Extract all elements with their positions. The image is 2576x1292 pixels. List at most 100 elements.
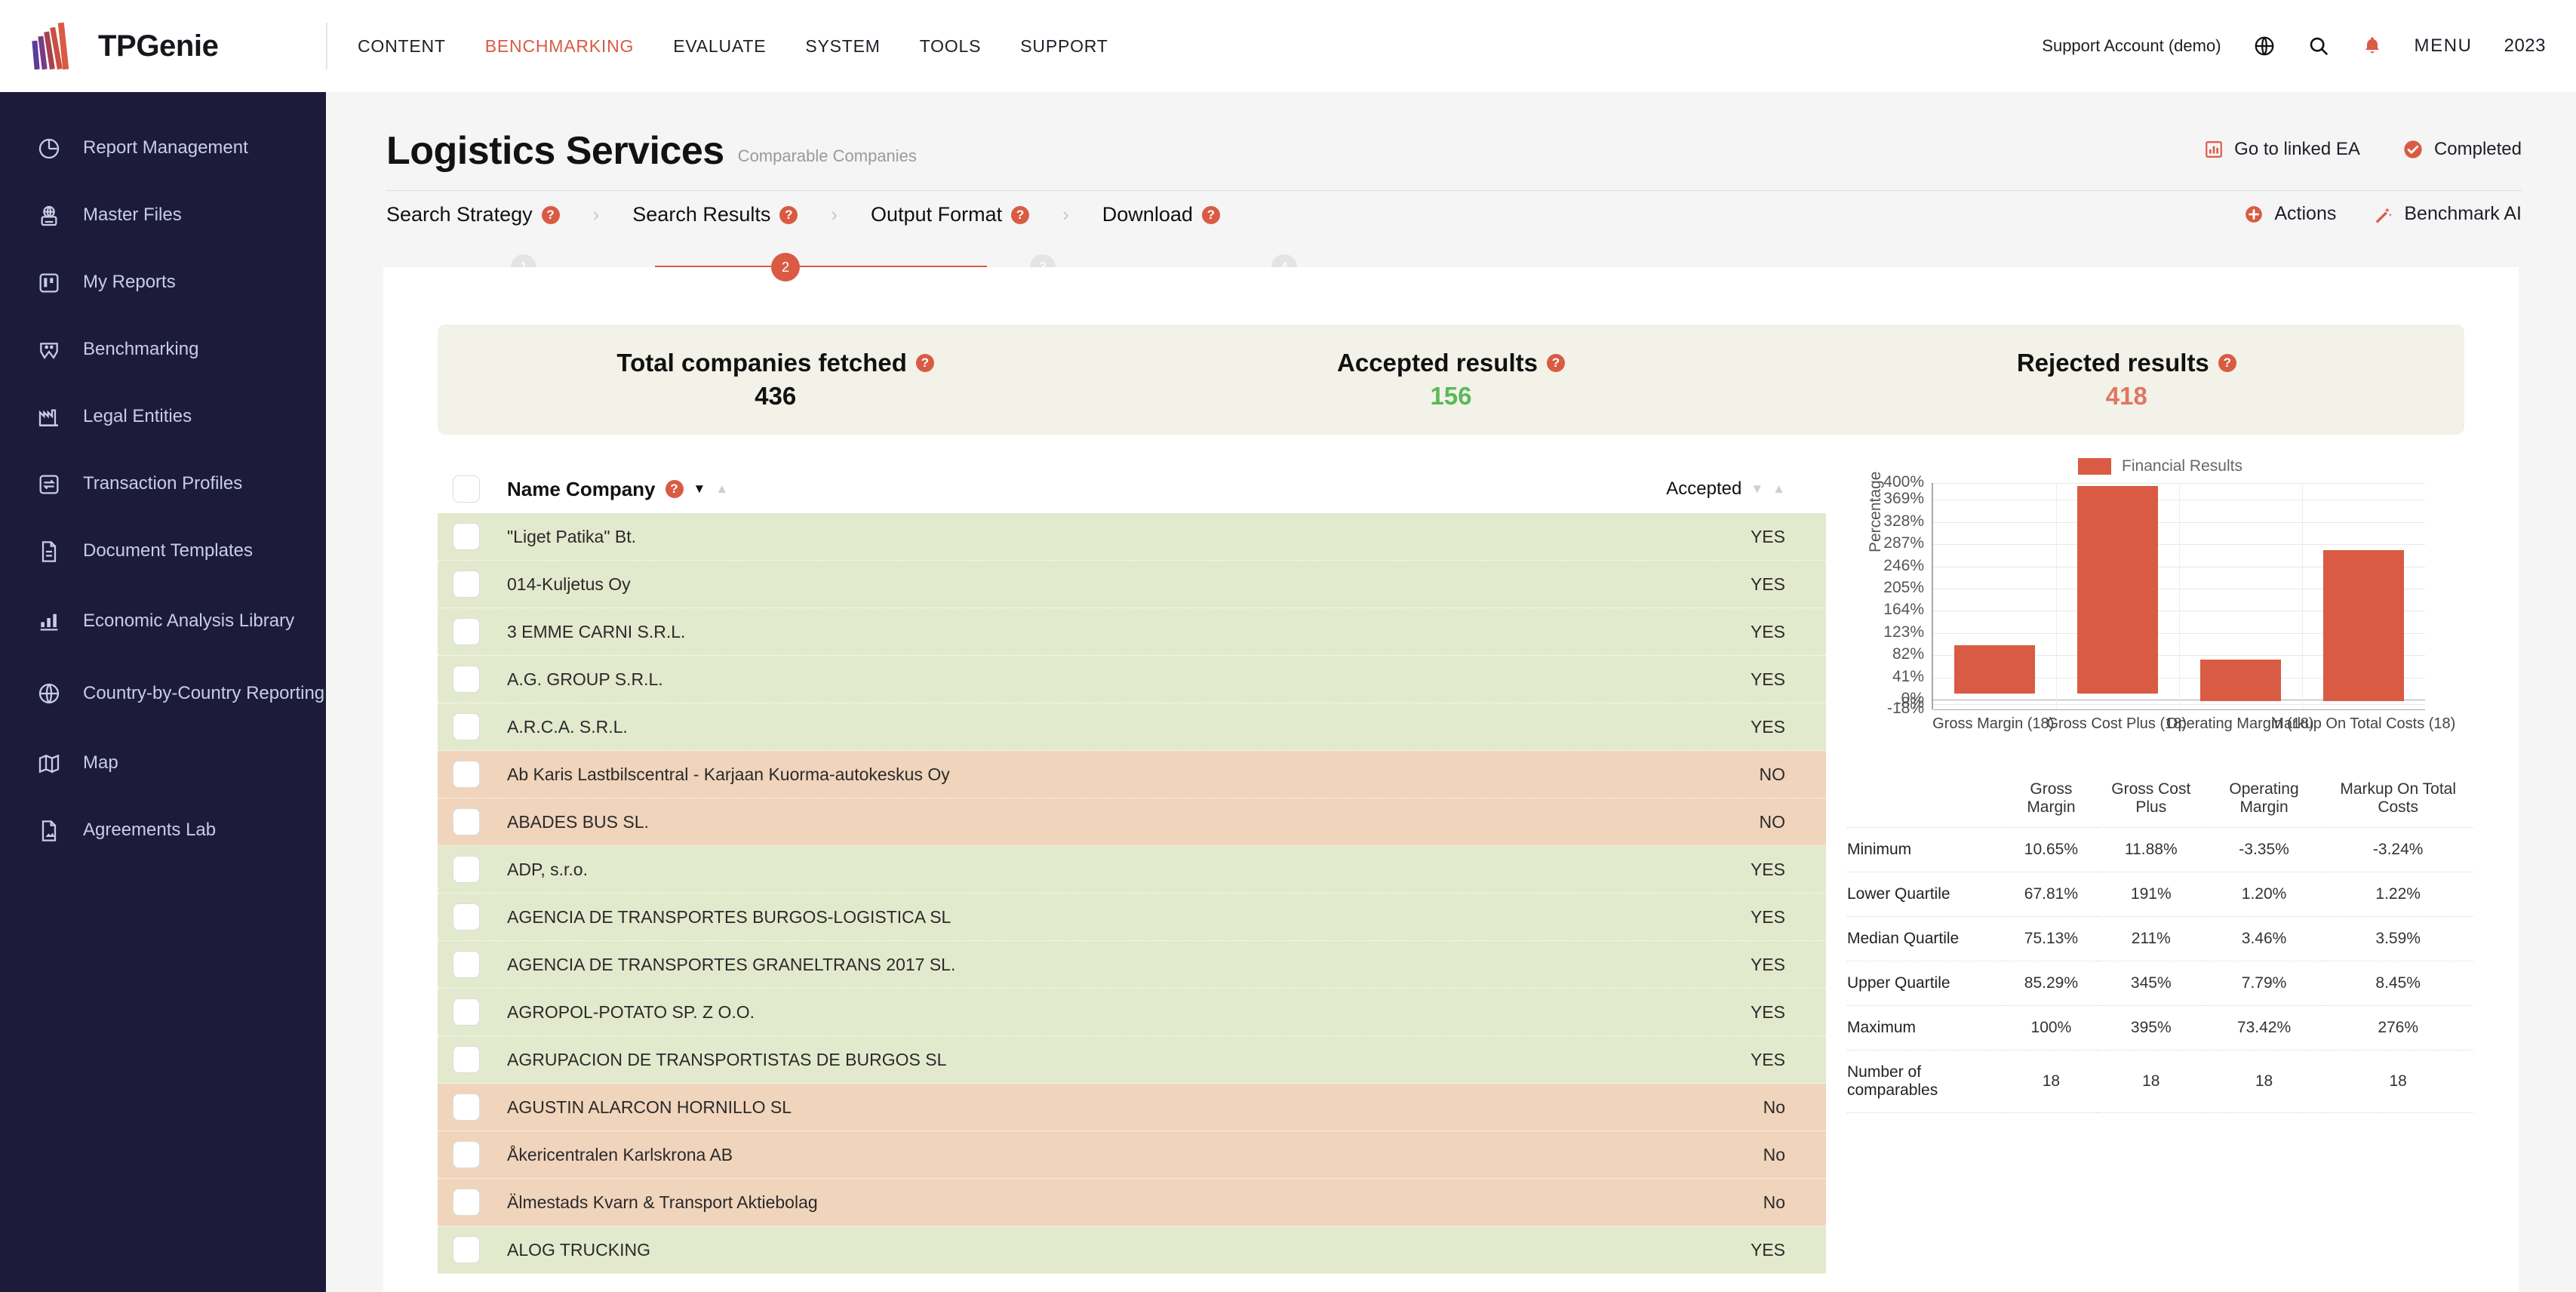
table-row[interactable]: A.R.C.A. S.R.L.YES [438, 703, 1826, 751]
chart-legend: Financial Results [1847, 457, 2473, 483]
sidebar-item-report-management[interactable]: Report Management [0, 115, 326, 182]
table-row[interactable]: AGRUPACION DE TRANSPORTISTAS DE BURGOS S… [438, 1036, 1826, 1084]
table-row[interactable]: AGENCIA DE TRANSPORTES BURGOS-LOGISTICA … [438, 894, 1826, 941]
sidebar-item-benchmarking[interactable]: Benchmarking [0, 316, 326, 383]
sort-desc-icon[interactable]: ▼ [1751, 481, 1763, 497]
sidebar-item-transaction-profiles[interactable]: Transaction Profiles [0, 451, 326, 518]
sidebar-item-label: Legal Entities [83, 406, 192, 427]
table-cell: 3.46% [2206, 917, 2323, 961]
table-row[interactable]: 3 EMME CARNI S.R.L.YES [438, 608, 1826, 656]
account-label[interactable]: Support Account (demo) [2042, 36, 2221, 56]
table-row[interactable]: AGUSTIN ALARCON HORNILLO SLNo [438, 1084, 1826, 1131]
row-checkbox[interactable] [453, 571, 480, 598]
help-icon[interactable]: ? [542, 206, 560, 224]
column-header-name-company[interactable]: Name Company ? ▼ ▲ [507, 478, 728, 501]
help-icon[interactable]: ? [1202, 206, 1220, 224]
brand[interactable]: TPGenie [0, 20, 326, 72]
sort-asc-icon[interactable]: ▲ [1772, 481, 1785, 497]
row-checkbox[interactable] [453, 856, 480, 883]
table-cell: 345% [2097, 961, 2206, 1006]
row-checkbox[interactable] [453, 523, 480, 550]
table-row[interactable]: AGENCIA DE TRANSPORTES GRANELTRANS 2017 … [438, 941, 1826, 989]
sidebar-item-document-templates[interactable]: Document Templates [0, 518, 326, 585]
help-icon[interactable]: ? [916, 354, 934, 372]
chart-bar[interactable] [2323, 550, 2405, 701]
row-checkbox[interactable] [453, 761, 480, 788]
step-output-format[interactable]: Output Format ? [871, 203, 1029, 226]
sidebar: Report Management Master Files My Report… [0, 92, 326, 1292]
help-icon[interactable]: ? [1011, 206, 1029, 224]
nav-item-tools[interactable]: TOOLS [920, 36, 982, 57]
table-row[interactable]: AGROPOL-POTATO SP. Z O.O.YES [438, 989, 1826, 1036]
plus-circle-icon [2244, 205, 2264, 224]
select-all-checkbox[interactable] [453, 475, 480, 503]
step-search-results[interactable]: Search Results ? [632, 203, 798, 226]
benchmark-ai-button[interactable]: Benchmark AI [2372, 203, 2522, 225]
sidebar-item-agreements-lab[interactable]: Agreements Lab [0, 797, 326, 864]
sidebar-item-my-reports[interactable]: My Reports [0, 249, 326, 316]
table-row[interactable]: "Liget Patika" Bt.YES [438, 513, 1826, 561]
menu-button[interactable]: MENU [2415, 35, 2473, 57]
row-checkbox[interactable] [453, 618, 480, 645]
row-checkbox[interactable] [453, 1094, 480, 1121]
actions-button[interactable]: Actions [2244, 203, 2336, 225]
table-row[interactable]: Älmestads Kvarn & Transport AktiebolagNo [438, 1179, 1826, 1226]
row-checkbox[interactable] [453, 903, 480, 931]
table-row[interactable]: Åkericentralen Karlskrona ABNo [438, 1131, 1826, 1179]
sidebar-item-country-by-country-reporting[interactable]: Country-by-Country Reporting [0, 657, 326, 730]
statistics-table: Gross MarginGross Cost PlusOperating Mar… [1847, 774, 2473, 1113]
row-accepted-value: NO [1760, 812, 1786, 832]
table-row[interactable]: 014-Kuljetus OyYES [438, 561, 1826, 608]
row-company-name: "Liget Patika" Bt. [507, 527, 636, 547]
search-icon[interactable] [2307, 35, 2330, 57]
chart-bar[interactable] [2077, 486, 2159, 694]
chart-x-axis-labels: Gross Margin (18)Gross Cost Plus (18)Ope… [1932, 709, 2425, 740]
table-row-header: Upper Quartile [1847, 961, 2006, 1006]
go-to-linked-ea-button[interactable]: Go to linked EA [2204, 139, 2360, 160]
year-selector[interactable]: 2023 [2504, 35, 2546, 57]
row-checkbox[interactable] [453, 998, 480, 1026]
tpgenie-logo-icon [32, 20, 81, 72]
help-icon[interactable]: ? [2218, 354, 2236, 372]
row-checkbox[interactable] [453, 1046, 480, 1073]
sidebar-item-legal-entities[interactable]: Legal Entities [0, 383, 326, 451]
notification-bell-icon[interactable] [2362, 35, 2383, 57]
column-header-accepted[interactable]: Accepted ▼ ▲ [1666, 478, 1785, 500]
table-row[interactable]: Ab Karis Lastbilscentral - Karjaan Kuorm… [438, 751, 1826, 798]
sidebar-item-economic-analysis-library[interactable]: Economic Analysis Library [0, 585, 326, 657]
nav-item-content[interactable]: CONTENT [358, 36, 446, 57]
row-checkbox[interactable] [453, 808, 480, 835]
status-badge[interactable]: Completed [2402, 139, 2522, 160]
help-icon[interactable]: ? [779, 206, 798, 224]
row-checkbox[interactable] [453, 1141, 480, 1168]
row-checkbox[interactable] [453, 713, 480, 740]
nav-item-system[interactable]: SYSTEM [805, 36, 880, 57]
sort-desc-icon[interactable]: ▼ [693, 481, 706, 497]
chart-y-tick-label: 369% [1883, 490, 1924, 508]
row-checkbox[interactable] [453, 666, 480, 693]
row-checkbox[interactable] [453, 951, 480, 978]
go-to-linked-ea-label: Go to linked EA [2234, 139, 2360, 160]
table-row[interactable]: ALOG TRUCKINGYES [438, 1226, 1826, 1274]
globe-icon[interactable] [2253, 35, 2276, 57]
step-search-strategy[interactable]: Search Strategy ? [386, 203, 560, 226]
chart-bar[interactable] [1954, 645, 2036, 694]
table-row[interactable]: ABADES BUS SL.NO [438, 798, 1826, 846]
help-icon[interactable]: ? [1547, 354, 1565, 372]
sidebar-item-map[interactable]: Map [0, 730, 326, 797]
sidebar-item-master-files[interactable]: Master Files [0, 182, 326, 249]
table-column-header: Gross Margin [2006, 774, 2097, 828]
nav-item-evaluate[interactable]: EVALUATE [673, 36, 766, 57]
column-header-label: Accepted [1666, 478, 1741, 500]
nav-item-benchmarking[interactable]: BENCHMARKING [485, 36, 634, 57]
chart-bar[interactable] [2200, 660, 2282, 701]
help-icon[interactable]: ? [666, 480, 684, 498]
row-checkbox[interactable] [453, 1189, 480, 1216]
nav-item-support[interactable]: SUPPORT [1020, 36, 1108, 57]
step-download[interactable]: Download ? [1102, 203, 1220, 226]
stepper-dot-2[interactable]: 2 [771, 253, 800, 281]
sort-asc-icon[interactable]: ▲ [715, 481, 728, 497]
row-checkbox[interactable] [453, 1236, 480, 1263]
table-row[interactable]: ADP, s.r.o.YES [438, 846, 1826, 894]
table-row[interactable]: A.G. GROUP S.R.L.YES [438, 656, 1826, 703]
